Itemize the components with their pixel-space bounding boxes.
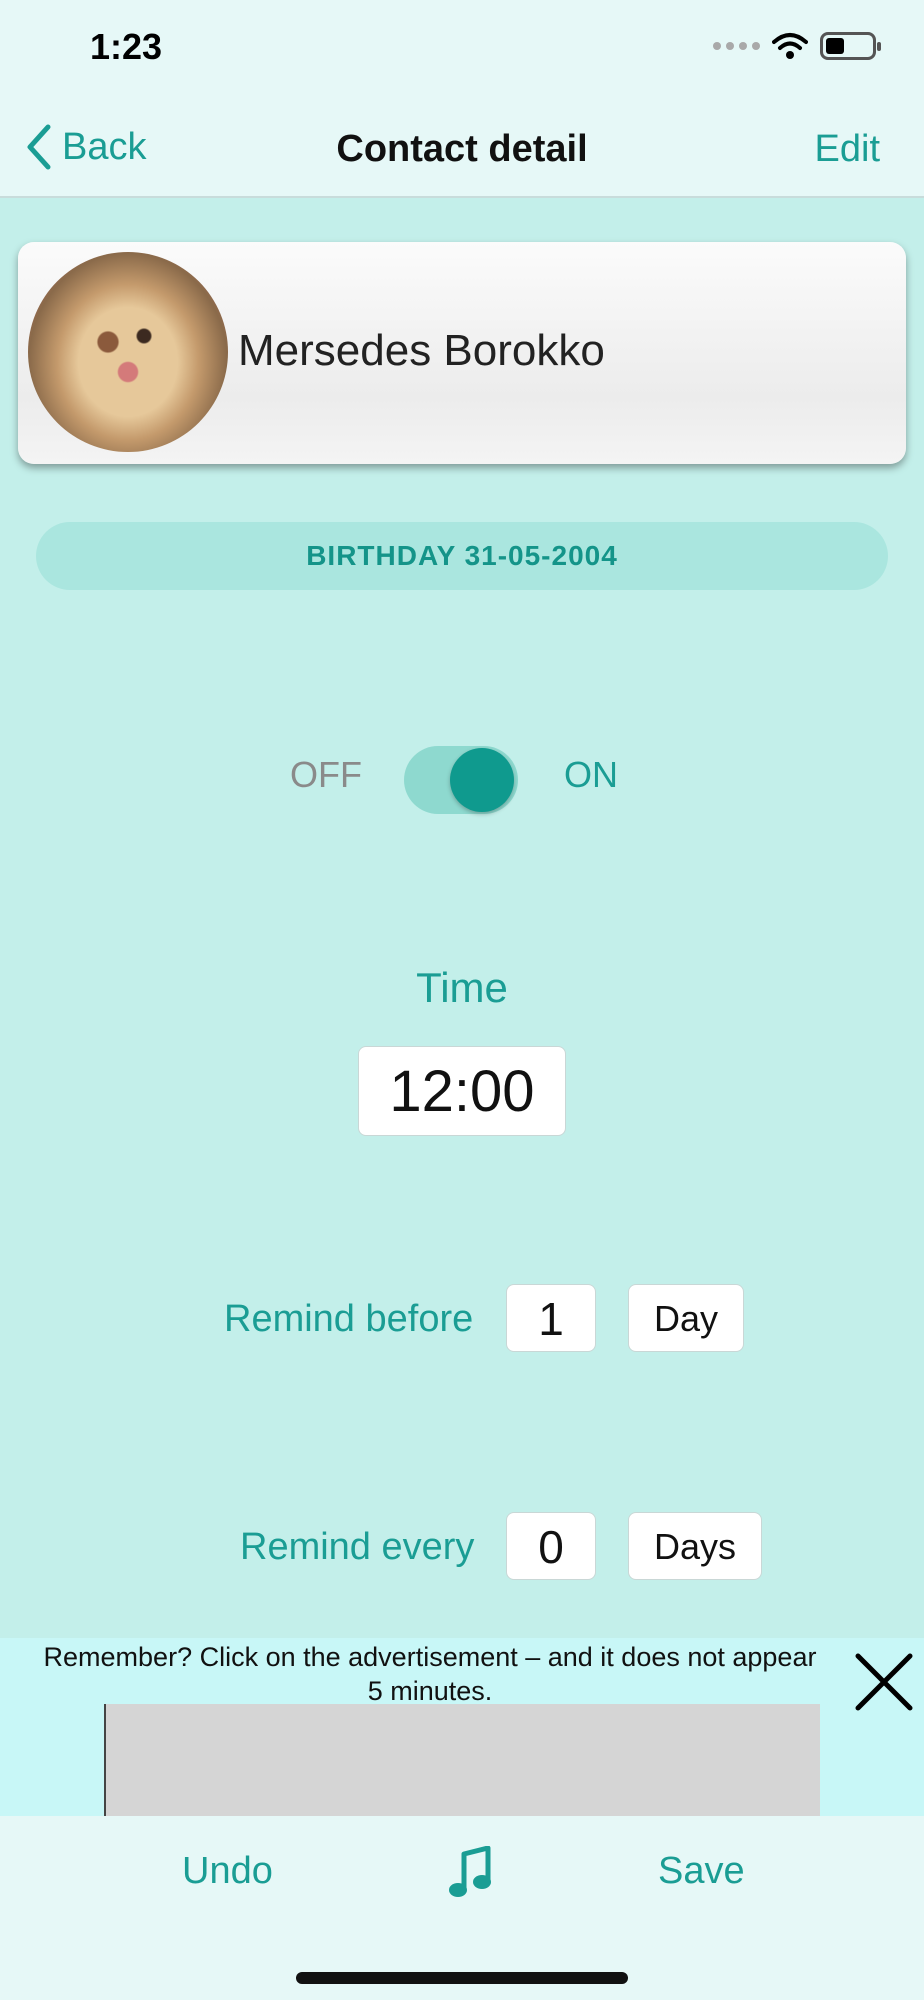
save-button[interactable]: Save bbox=[658, 1850, 745, 1893]
reminder-toggle-row: OFF ON bbox=[0, 728, 924, 814]
page-title: Contact detail bbox=[336, 128, 588, 170]
remind-every-unit[interactable]: Days bbox=[628, 1512, 762, 1580]
remind-before-value[interactable]: 1 bbox=[506, 1284, 596, 1352]
reminder-toggle[interactable] bbox=[404, 746, 518, 814]
time-field[interactable]: 12:00 bbox=[358, 1046, 566, 1136]
close-icon[interactable] bbox=[850, 1648, 918, 1716]
remind-before-label: Remind before bbox=[224, 1298, 474, 1340]
status-bar: 1:23 bbox=[0, 0, 924, 104]
toggle-off-label: OFF bbox=[290, 754, 362, 795]
toggle-on-label: ON bbox=[564, 754, 618, 795]
ad-area: Remember? Click on the advertisement – a… bbox=[0, 1638, 924, 1816]
time-label: Time bbox=[416, 964, 508, 1011]
remind-every-value[interactable]: 0 bbox=[506, 1512, 596, 1580]
contact-name: Mersedes Borokko bbox=[238, 326, 605, 375]
contact-card[interactable]: Mersedes Borokko bbox=[18, 242, 906, 464]
status-time: 1:23 bbox=[90, 26, 163, 67]
remind-before-unit[interactable]: Day bbox=[628, 1284, 744, 1352]
edit-button[interactable]: Edit bbox=[815, 128, 880, 171]
ad-notice-text: Remember? Click on the advertisement – a… bbox=[43, 1642, 817, 1706]
wifi-icon bbox=[772, 33, 808, 59]
music-note-icon[interactable] bbox=[448, 1846, 494, 1900]
nav-bar: Back Contact detail Edit bbox=[0, 104, 924, 198]
birthday-badge: BIRTHDAY 31-05-2004 bbox=[36, 522, 888, 590]
remind-every-label: Remind every bbox=[240, 1526, 475, 1568]
signal-icon bbox=[713, 42, 760, 50]
battery-icon bbox=[820, 32, 881, 60]
avatar bbox=[28, 252, 228, 452]
ad-banner[interactable] bbox=[104, 1704, 820, 1816]
home-indicator bbox=[296, 1972, 628, 1984]
status-icons bbox=[713, 32, 881, 60]
undo-button[interactable]: Undo bbox=[182, 1850, 273, 1893]
toggle-knob bbox=[450, 748, 514, 812]
